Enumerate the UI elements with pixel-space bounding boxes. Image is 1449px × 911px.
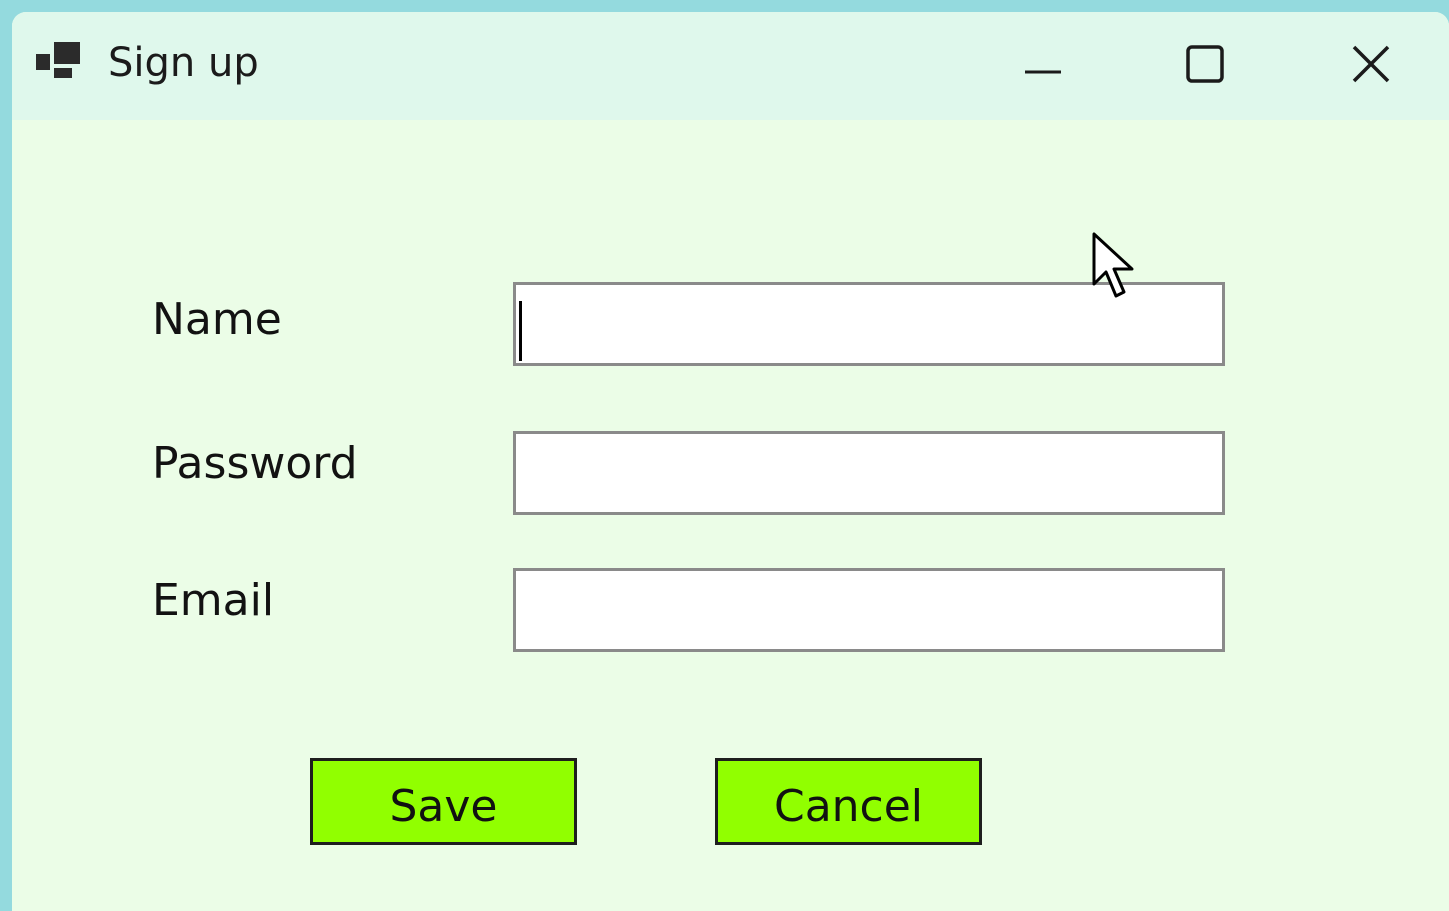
maximize-icon [1186, 45, 1224, 83]
name-label: Name [152, 294, 282, 345]
cancel-button[interactable]: Cancel [715, 758, 982, 845]
password-input[interactable] [513, 431, 1225, 515]
minimize-button[interactable] [1008, 34, 1078, 94]
password-label: Password [152, 438, 358, 489]
save-button[interactable]: Save [310, 758, 577, 845]
minimize-icon [1025, 70, 1061, 74]
window-title: Sign up [108, 40, 259, 86]
maximize-button[interactable] [1170, 34, 1240, 94]
title-bar[interactable]: Sign up [12, 12, 1449, 120]
app-icon [36, 42, 80, 78]
email-input[interactable] [513, 568, 1225, 652]
text-caret [519, 301, 522, 361]
mouse-pointer-icon [1092, 232, 1134, 298]
close-button[interactable] [1336, 34, 1406, 94]
email-label: Email [152, 575, 275, 626]
close-icon [1352, 45, 1390, 83]
signup-window: Sign up Name Password Email Save Cancel [12, 12, 1449, 911]
